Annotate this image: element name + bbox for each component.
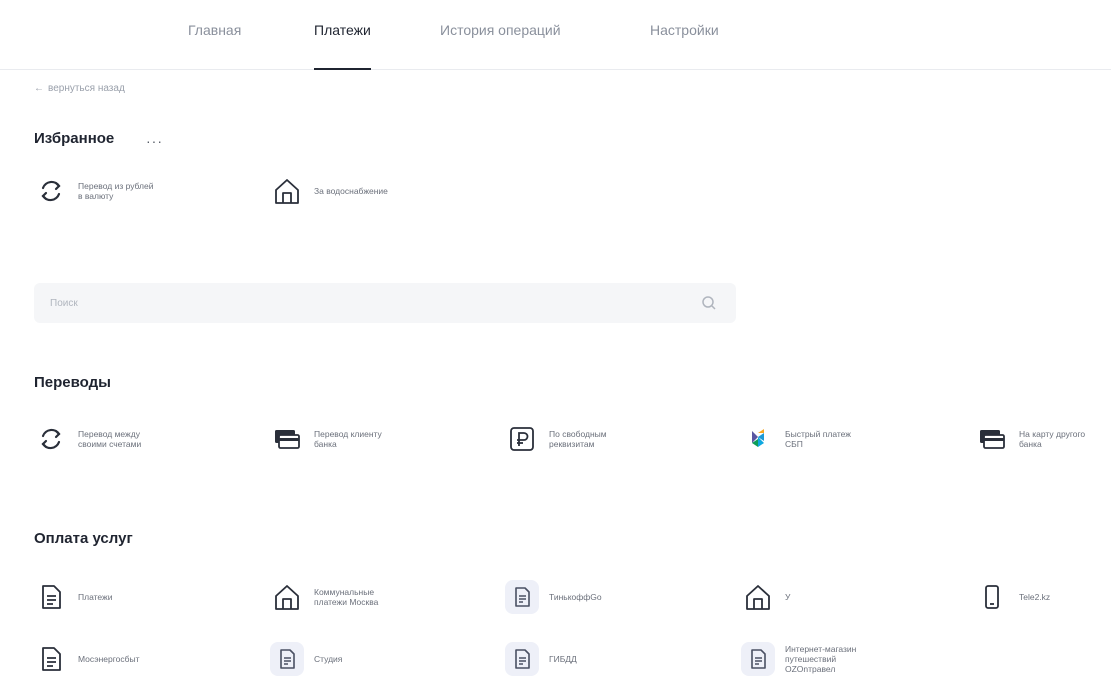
favorite-item-water[interactable]: За водоснабжение — [270, 174, 388, 208]
favorites-more-button[interactable]: ··· — [146, 133, 163, 149]
transfer-item-label: Перевод клиенту банка — [314, 429, 382, 449]
refresh-arrows-icon — [34, 174, 68, 208]
cards-icon — [975, 422, 1009, 456]
document-icon — [741, 642, 775, 676]
service-item-label: У — [785, 592, 791, 602]
transfer-item-label: Быстрый платеж СБП — [785, 429, 851, 449]
favorites-title: Избранное — [34, 130, 115, 147]
document-icon — [270, 642, 304, 676]
house-icon — [270, 174, 304, 208]
transfer-item-requisites[interactable]: По свободным реквизитам — [505, 422, 629, 456]
service-item-gibdd[interactable]: ГИБДД — [505, 642, 577, 676]
document-icon — [505, 642, 539, 676]
transfer-item-other-bank-card[interactable]: На карту другого банка — [975, 422, 1099, 456]
service-item-label: Мосэнергосбыт — [78, 654, 140, 664]
tab-history[interactable]: История операций — [440, 22, 561, 70]
service-item-label: Интернет-магазин путешествий OZOnтравел — [785, 644, 857, 674]
service-item-label: Студия — [314, 654, 343, 664]
refresh-arrows-icon — [34, 422, 68, 456]
service-item-label: Коммунальные платежи Москва — [314, 587, 379, 607]
transfer-item-bank-client[interactable]: Перевод клиенту банка — [270, 422, 394, 456]
favorite-item-label: Перевод из рублей в валюту — [78, 181, 154, 201]
service-item-label: Tele2.kz — [1019, 592, 1051, 602]
document-icon — [34, 580, 68, 614]
service-item-ozon-travel[interactable]: Интернет-магазин путешествий OZOnтравел — [741, 642, 865, 676]
tab-payments[interactable]: Платежи — [314, 22, 371, 70]
arrow-left-icon: ← — [34, 83, 44, 94]
transfers-title: Переводы — [34, 374, 111, 391]
service-item-tinkoff-go[interactable]: ТинькоффGo — [505, 580, 602, 614]
service-item-tele2[interactable]: Tele2.kz — [975, 580, 1050, 614]
house-icon — [741, 580, 775, 614]
transfer-item-label: По свободным реквизитам — [549, 429, 607, 449]
sbp-icon — [741, 422, 775, 456]
document-icon — [34, 642, 68, 676]
transfer-item-label: Перевод между своими счетами — [78, 429, 142, 449]
back-link[interactable]: ← вернуться назад — [34, 83, 125, 94]
service-item-mosenergosbyt[interactable]: Мосэнергосбыт — [34, 642, 140, 676]
service-item-u[interactable]: У — [741, 580, 790, 614]
house-icon — [270, 580, 304, 614]
search-input[interactable] — [34, 283, 736, 323]
back-link-label: вернуться назад — [48, 83, 125, 94]
tab-settings[interactable]: Настройки — [650, 22, 719, 70]
service-item-label: ГИБДД — [549, 654, 577, 664]
service-item-payments[interactable]: Платежи — [34, 580, 112, 614]
top-navigation: Главная Платежи История операций Настрой… — [0, 0, 1111, 70]
transfer-item-label: На карту другого банка — [1019, 429, 1086, 449]
service-item-studio[interactable]: Студия — [270, 642, 342, 676]
service-item-utilities-moscow[interactable]: Коммунальные платежи Москва — [270, 580, 394, 614]
ruble-icon — [505, 422, 539, 456]
favorite-item-currency-exchange[interactable]: Перевод из рублей в валюту — [34, 174, 158, 208]
service-item-label: Платежи — [78, 592, 113, 602]
cards-icon — [270, 422, 304, 456]
transfer-item-own-accounts[interactable]: Перевод между своими счетами — [34, 422, 158, 456]
document-icon — [505, 580, 539, 614]
phone-icon — [975, 580, 1009, 614]
service-item-label: ТинькоффGo — [549, 592, 602, 602]
favorite-item-label: За водоснабжение — [314, 186, 388, 196]
services-title: Оплата услуг — [34, 530, 133, 547]
search-icon[interactable] — [700, 294, 718, 312]
transfer-item-sbp[interactable]: Быстрый платеж СБП — [741, 422, 865, 456]
tab-main[interactable]: Главная — [188, 22, 241, 70]
